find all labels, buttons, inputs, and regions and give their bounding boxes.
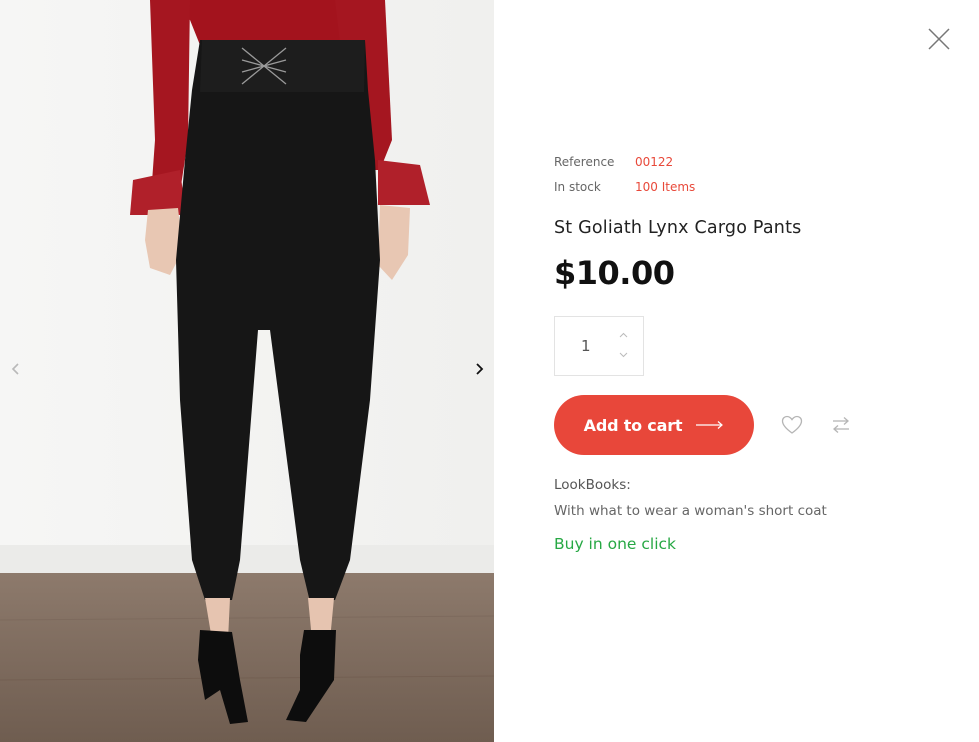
chevron-up-icon <box>619 332 627 338</box>
product-info: Reference 00122 In stock 100 Items St Go… <box>554 150 934 553</box>
heart-icon[interactable] <box>781 415 803 435</box>
product-actions: Add to cart <box>554 395 934 455</box>
compare-arrows-icon[interactable] <box>831 416 851 434</box>
lookbooks-label: LookBooks: <box>554 477 631 493</box>
reference-row: Reference 00122 <box>554 150 934 175</box>
reference-label: Reference <box>554 155 615 169</box>
stock-row: In stock 100 Items <box>554 175 934 200</box>
product-gallery <box>0 0 494 742</box>
stock-label: In stock <box>554 180 601 194</box>
quantity-increase-button[interactable] <box>617 330 629 340</box>
prev-image-button[interactable] <box>3 356 29 382</box>
long-arrow-right-icon <box>696 421 724 429</box>
lookbook-link[interactable]: With what to wear a woman's short coat <box>554 503 934 519</box>
product-title: St Goliath Lynx Cargo Pants <box>554 218 802 238</box>
add-to-cart-label: Add to cart <box>583 415 683 435</box>
stock-value: 100 Items <box>635 180 696 194</box>
add-to-cart-button[interactable]: Add to cart <box>554 395 754 455</box>
chevron-left-icon <box>11 363 19 375</box>
chevron-right-icon <box>476 363 484 375</box>
close-button[interactable] <box>926 26 952 52</box>
next-image-button[interactable] <box>466 356 492 382</box>
quantity-decrease-button[interactable] <box>617 350 629 360</box>
close-icon <box>928 28 950 50</box>
chevron-down-icon <box>619 352 627 358</box>
product-photo <box>0 0 494 742</box>
quantity-value[interactable]: 1 <box>581 337 591 355</box>
reference-value: 00122 <box>635 155 674 169</box>
quantity-stepper[interactable]: 1 <box>554 316 644 376</box>
product-price: $10.00 <box>554 254 675 292</box>
buy-in-one-click-link[interactable]: Buy in one click <box>554 535 934 553</box>
